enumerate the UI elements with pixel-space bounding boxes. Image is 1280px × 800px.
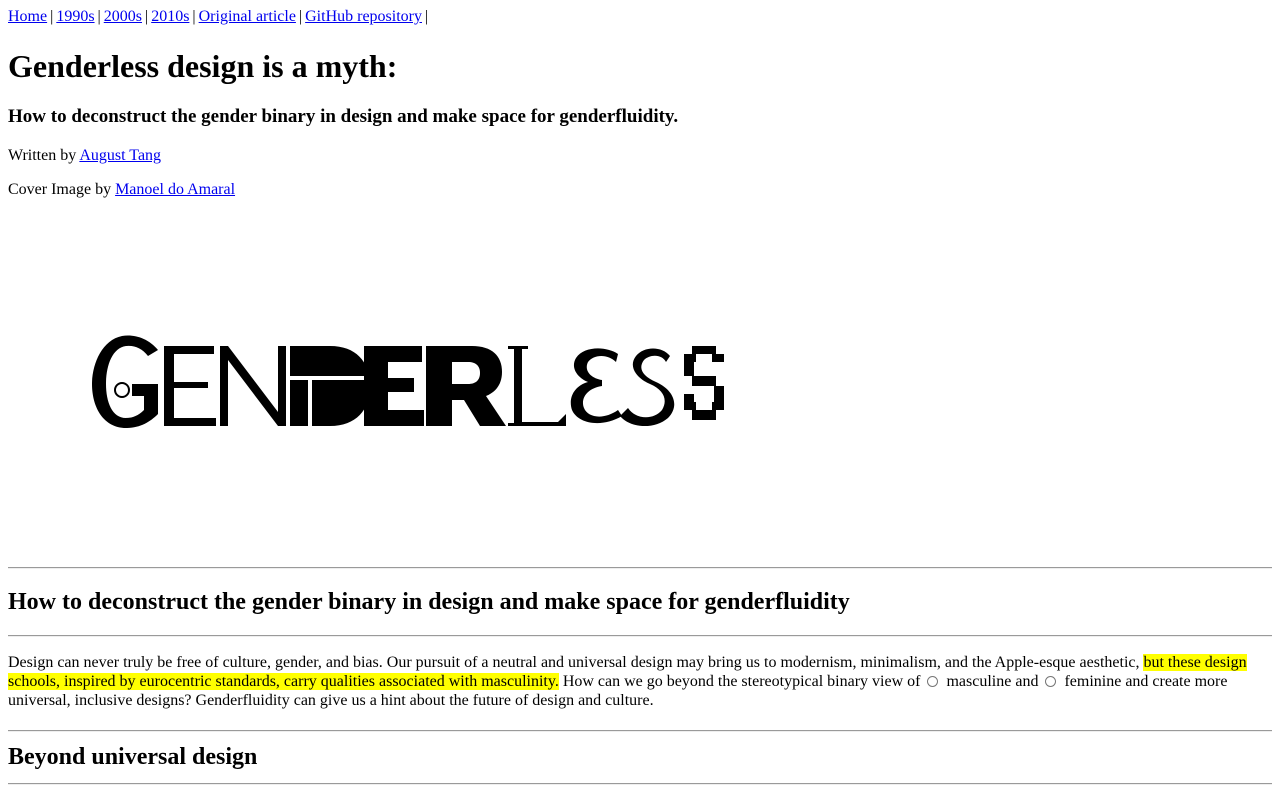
cover-letter-e3: [570, 348, 622, 424]
radio-feminine[interactable]: [1045, 676, 1057, 687]
divider: [8, 783, 1272, 785]
cover-image: [92, 335, 724, 428]
divider: [8, 567, 1272, 569]
nav-separator: |: [50, 8, 54, 25]
intro-text-part2: How can we go beyond the stereotypical b…: [558, 673, 921, 690]
divider: [8, 730, 1272, 732]
top-nav: Home | 1990s | 2000s | 2010s | Original article |…: [8, 7, 431, 27]
nav-link-original-article[interactable]: Original article: [199, 8, 296, 25]
cover-letter-d: [290, 346, 372, 426]
page-subtitle: How to deconstruct the gender binary in …: [8, 106, 679, 127]
author-credit: Written by August Tang: [8, 146, 161, 166]
radio-masculine-label: masculine and: [946, 673, 1039, 690]
intro-paragraph: Design can never truly be free of cultur…: [8, 653, 1272, 710]
nav-link-2010s[interactable]: 2010s: [151, 8, 189, 25]
cover-label: Cover Image by: [8, 181, 112, 198]
nav-separator: |: [144, 8, 149, 25]
nav-link-github-repository[interactable]: GitHub repository: [305, 8, 422, 25]
intro-text-part1: Design can never truly be free of cultur…: [8, 654, 1144, 671]
section-heading: How to deconstruct the gender binary in …: [8, 589, 850, 615]
cover-letter-s1: [620, 348, 675, 427]
written-by-label: Written by: [8, 147, 77, 164]
nav-link-2000s[interactable]: 2000s: [104, 8, 142, 25]
cover-letter-g: [92, 335, 158, 428]
nav-separator: |: [298, 8, 303, 25]
cover-letter-e1: [164, 346, 216, 426]
cover-author-link[interactable]: Manoel do Amaral: [115, 181, 235, 198]
nav-separator: |: [192, 8, 196, 25]
cover-letter-n: [220, 346, 286, 426]
nav-link-1990s[interactable]: 1990s: [56, 8, 94, 25]
cover-letter-e2: [364, 346, 424, 426]
nav-separator: |: [97, 8, 101, 25]
cover-letter-l: [508, 346, 566, 426]
section-heading-beyond-universal-design: Beyond universal design: [8, 744, 258, 770]
page-title: Genderless design is a myth:: [8, 48, 398, 84]
author-link[interactable]: August Tang: [79, 147, 161, 164]
nav-link-home[interactable]: Home: [8, 8, 47, 25]
nav-separator: |: [425, 8, 429, 25]
cover-credit: Cover Image by Manoel do Amaral: [8, 180, 235, 200]
radio-masculine[interactable]: [927, 676, 939, 687]
cover-letter-s2: [684, 346, 724, 420]
divider: [8, 635, 1272, 637]
cover-letter-r: [426, 346, 506, 426]
